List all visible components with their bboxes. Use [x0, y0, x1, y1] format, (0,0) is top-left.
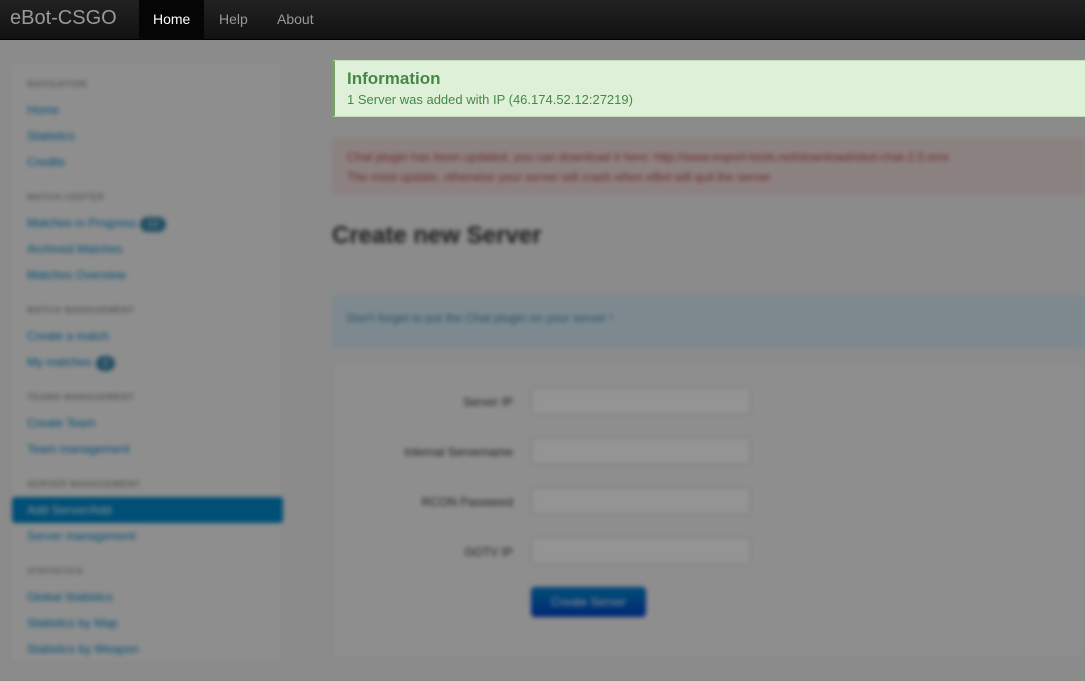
- nav-about[interactable]: About: [263, 0, 328, 40]
- nav-help[interactable]: Help: [205, 0, 262, 40]
- brand-logo[interactable]: eBot-CSGO: [10, 7, 117, 30]
- notification-message: 1 Server was added with IP (46.174.52.12…: [347, 92, 633, 107]
- notification-title: Information: [347, 69, 441, 88]
- top-navbar: eBot-CSGO Home Help About: [0, 0, 1085, 40]
- modal-backdrop[interactable]: [0, 40, 1085, 681]
- nav-home[interactable]: Home: [139, 0, 205, 40]
- information-notification[interactable]: Information 1 Server was added with IP (…: [332, 60, 1085, 117]
